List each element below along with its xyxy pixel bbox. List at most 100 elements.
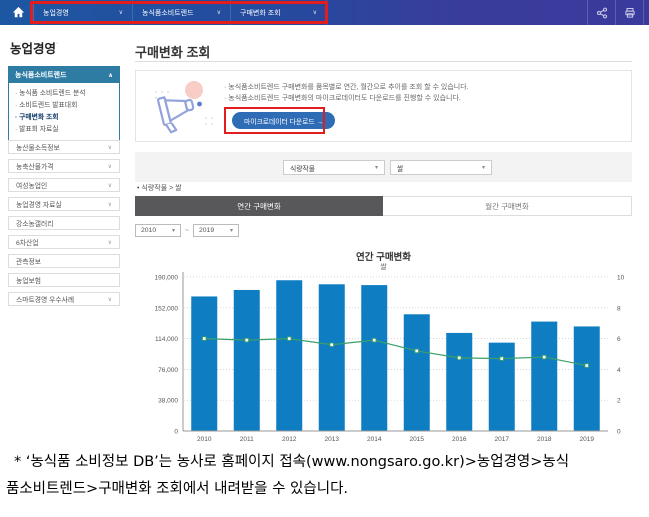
bar xyxy=(446,333,472,431)
chart-svg: 0038,000276,0004114,0006152,0008190,0001… xyxy=(135,245,632,445)
svg-text:2: 2 xyxy=(617,398,621,405)
bar xyxy=(191,296,217,431)
sidebar-item-farm-insurance[interactable]: 농업보험 xyxy=(8,273,120,287)
nav-menu-agri-management[interactable]: 농업경영 ∨ xyxy=(33,0,132,25)
svg-text:2015: 2015 xyxy=(410,436,425,443)
sidebar-item-sixth-industry[interactable]: 6차산업∨ xyxy=(8,235,120,249)
notice-text: · 농식품소비트렌드 구매변화를 품목별로 연간, 월간으로 추이를 조회 할 … xyxy=(224,82,469,104)
sidebar-title: 농업경영˙ xyxy=(10,38,58,57)
purchase-change-chart: 연간 구매변화 쌀 0038,000276,0004114,0006152,00… xyxy=(135,245,632,445)
chevron-down-icon: ▾ xyxy=(230,227,233,234)
chevron-down-icon: ▾ xyxy=(482,164,485,171)
year-to-select[interactable]: 2019 ▾ xyxy=(193,224,239,237)
line-series-path xyxy=(204,339,587,366)
chart-line-series xyxy=(202,337,588,368)
chevron-down-icon: ∨ xyxy=(108,163,112,170)
sidebar-item-observation-info[interactable]: 관측정보 xyxy=(8,254,120,268)
home-icon[interactable] xyxy=(11,5,26,20)
period-tabs: 연간 구매변화 월간 구매변화 xyxy=(135,196,632,216)
page: 농업경영 ∨ 농식품소비트렌드 ∨ 구매변화 조회 ∨ xyxy=(0,0,649,517)
svg-text:2011: 2011 xyxy=(240,436,254,443)
footnote-line-2: 품소비트렌드>구매변화 조회에서 내려받을 수 있습니다. xyxy=(6,476,646,503)
svg-text:152,000: 152,000 xyxy=(155,305,179,312)
category-select[interactable]: 식량작물 ▾ xyxy=(283,160,385,175)
bar xyxy=(574,326,600,431)
chevron-down-icon: ▾ xyxy=(172,227,175,234)
line-marker xyxy=(457,356,461,360)
sidebar-item-smart-management-cases[interactable]: 스마트경영 우수사례∨ xyxy=(8,292,120,306)
chevron-down-icon: ∨ xyxy=(108,201,112,208)
notice-box: · 농식품소비트렌드 구매변화를 품목별로 연간, 월간으로 추이를 조회 할 … xyxy=(135,70,632,142)
sidebar-accordion-items: · 농식품 소비트렌드 분석 · 소비트렌드 발표대회 · 구매변화 조회 · … xyxy=(9,83,119,142)
svg-text:2017: 2017 xyxy=(495,436,510,443)
chevron-down-icon: ∨ xyxy=(119,9,123,16)
sidebar-item-trend-conference[interactable]: · 소비트렌드 발표대회 xyxy=(15,100,113,112)
filter-bar: 식량작물 ▾ 쌀 ▾ xyxy=(135,152,632,182)
svg-text:2013: 2013 xyxy=(325,436,340,443)
svg-text:190,000: 190,000 xyxy=(155,275,179,282)
svg-text:6: 6 xyxy=(617,336,621,343)
notice-line-1: · 농식품소비트렌드 구매변화를 품목별로 연간, 월간으로 추이를 조회 할 … xyxy=(224,82,469,93)
line-marker xyxy=(245,338,249,342)
sidebar-item-livestock-prices[interactable]: 농축산물가격∨ xyxy=(8,159,120,173)
svg-text:2012: 2012 xyxy=(282,436,297,443)
chevron-down-icon: ▾ xyxy=(375,164,378,171)
svg-text:2014: 2014 xyxy=(367,436,382,443)
sidebar-item-farm-income-info[interactable]: 농산물소득정보∨ xyxy=(8,140,120,154)
sidebar-accordion-consumption-trend: 농식품소비트렌드 ∧ · 농식품 소비트렌드 분석 · 소비트렌드 발표대회 ·… xyxy=(8,66,120,143)
line-marker xyxy=(585,364,589,368)
nav-menu-label: 구매변화 조회 xyxy=(240,8,281,18)
bar xyxy=(319,284,345,431)
year-from-select[interactable]: 2010 ▾ xyxy=(135,224,181,237)
item-select[interactable]: 쌀 ▾ xyxy=(390,160,492,175)
line-marker xyxy=(372,338,376,342)
line-marker xyxy=(542,355,546,359)
nav-menu-label: 농업경영 xyxy=(43,8,69,18)
svg-text:76,000: 76,000 xyxy=(158,367,178,374)
svg-text:2010: 2010 xyxy=(197,436,212,443)
line-marker xyxy=(287,337,291,341)
bar xyxy=(276,280,302,431)
bar xyxy=(404,314,430,431)
share-icon[interactable] xyxy=(587,0,615,25)
sidebar-menu-list: 농산물소득정보∨ 농축산물가격∨ 여성농업인∨ 농업경영 자료실∨ 강소농갤러리… xyxy=(8,140,120,311)
sidebar-item-trend-analysis[interactable]: · 농식품 소비트렌드 분석 xyxy=(15,88,113,100)
bar xyxy=(361,285,387,431)
sidebar-accordion-header[interactable]: 농식품소비트렌드 ∧ xyxy=(9,67,119,83)
line-marker xyxy=(500,357,504,361)
nav-menu-consumption-trend[interactable]: 농식품소비트렌드 ∨ xyxy=(132,0,230,25)
svg-text:114,000: 114,000 xyxy=(155,336,178,343)
svg-text:4: 4 xyxy=(617,367,621,374)
footnote-caption: * ‘농식품 소비정보 DB’는 농사로 홈페이지 접속(www.nongsar… xyxy=(6,449,646,503)
bar xyxy=(531,322,557,431)
sidebar-item-management-archive[interactable]: 농업경영 자료실∨ xyxy=(8,197,120,211)
notice-line-2: · 농식품소비트렌드 구매변화의 마이크로데이터도 다운로드를 진행할 수 있습… xyxy=(224,93,469,104)
sidebar-item-gallery[interactable]: 강소농갤러리 xyxy=(8,216,120,230)
top-navigation-bar: 농업경영 ∨ 농식품소비트렌드 ∨ 구매변화 조회 ∨ xyxy=(0,0,649,25)
sidebar-item-women-farmers[interactable]: 여성농업인∨ xyxy=(8,178,120,192)
sidebar-item-presentation-archive[interactable]: · 발표회 자료실 xyxy=(15,124,113,136)
svg-text:2016: 2016 xyxy=(452,436,467,443)
tab-annual-purchase-change[interactable]: 연간 구매변화 xyxy=(135,196,383,216)
bar xyxy=(489,343,515,431)
chevron-down-icon: ∨ xyxy=(108,239,112,246)
chevron-up-icon: ∧ xyxy=(108,72,113,79)
line-marker xyxy=(330,343,334,347)
svg-text:10: 10 xyxy=(617,275,625,282)
svg-text:2019: 2019 xyxy=(580,436,595,443)
title-divider xyxy=(135,61,632,62)
line-marker xyxy=(415,349,419,353)
nav-menu-label: 농식품소비트렌드 xyxy=(142,8,194,18)
tab-monthly-purchase-change[interactable]: 월간 구매변화 xyxy=(383,196,632,216)
year-range-separator: ~ xyxy=(185,227,189,234)
svg-text:38,000: 38,000 xyxy=(158,398,178,405)
page-title: 구매변화 조회 xyxy=(135,42,210,61)
microdata-download-button[interactable]: 마이크로데이터 다운로드 → xyxy=(232,112,335,129)
chevron-down-icon: ∨ xyxy=(313,9,317,16)
sidebar-item-purchase-change[interactable]: · 구매변화 조회 xyxy=(15,112,113,124)
chevron-down-icon: ∨ xyxy=(108,144,112,151)
chevron-down-icon: ∨ xyxy=(217,9,221,16)
print-icon[interactable] xyxy=(615,0,644,25)
nav-menu-purchase-change[interactable]: 구매변화 조회 ∨ xyxy=(230,0,327,25)
footnote-line-1: * ‘농식품 소비정보 DB’는 농사로 홈페이지 접속(www.nongsar… xyxy=(6,449,646,476)
